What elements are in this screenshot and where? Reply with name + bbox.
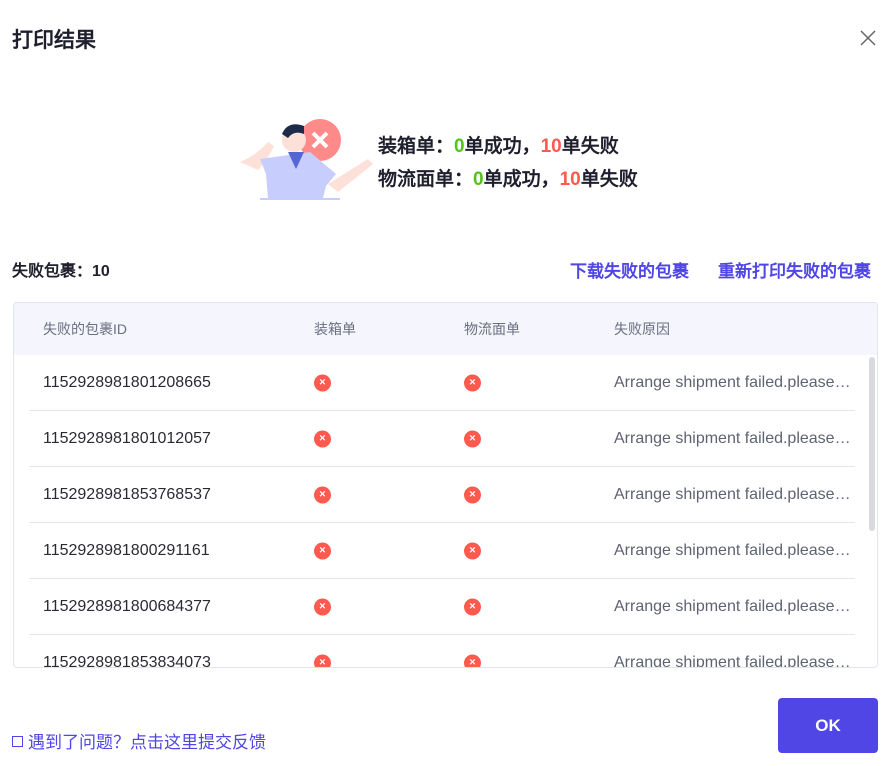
- download-failed-link[interactable]: 下载失败的包裹: [570, 257, 689, 282]
- parcel-id: 1152928981801012057: [43, 429, 211, 447]
- logistics-success-text: 单成功，: [483, 169, 560, 190]
- logistics-fail-text: 单失败: [580, 169, 638, 190]
- header-parcel-id: 失败的包裹ID: [43, 321, 127, 337]
- table-row: 1152928981800684377 × × Arrange shipment…: [29, 579, 855, 635]
- parcel-id: 1152928981853834073: [43, 653, 211, 668]
- parcel-id: 1152928981801208665: [43, 373, 211, 391]
- header-packing: 装箱单: [314, 321, 356, 337]
- ok-button[interactable]: OK: [778, 698, 878, 753]
- failure-illustration-icon: [240, 119, 373, 200]
- print-summary: 装箱单：0单成功，10单失败 物流面单：0单成功，10单失败: [378, 130, 638, 196]
- logistics-fail-count: 10: [559, 169, 581, 190]
- table-row: 1152928981800291161 × × Arrange shipment…: [29, 523, 855, 579]
- logistics-failed-icon: ×: [464, 374, 481, 391]
- logistics-label: 物流面单：: [378, 169, 474, 190]
- packing-failed-icon: ×: [314, 486, 331, 503]
- failed-label: 失败包裹：: [12, 263, 93, 280]
- failed-parcels-table: 失败的包裹ID 装箱单 物流面单 失败原因 115292898180120866…: [13, 302, 878, 668]
- failed-number: 10: [92, 263, 110, 280]
- packing-success-text: 单成功，: [464, 136, 541, 157]
- logistics-failed-icon: ×: [464, 430, 481, 447]
- packing-failed-icon: ×: [314, 654, 331, 667]
- failure-reason: Arrange shipment failed.please try again: [614, 429, 854, 447]
- logistics-failed-icon: ×: [464, 486, 481, 503]
- packing-failed-icon: ×: [314, 598, 331, 615]
- table-row: 1152928981801208665 × × Arrange shipment…: [29, 355, 855, 411]
- packing-failed-icon: ×: [314, 430, 331, 447]
- logistics-success-count: 0: [473, 169, 484, 190]
- logistics-failed-icon: ×: [464, 542, 481, 559]
- packing-summary: 装箱单：0单成功，10单失败: [378, 130, 638, 163]
- table-scrollbar[interactable]: [869, 357, 875, 531]
- close-icon[interactable]: [858, 28, 878, 48]
- failure-reason: Arrange shipment failed.please try again: [614, 597, 854, 615]
- packing-fail-count: 10: [540, 136, 562, 157]
- logistics-failed-icon: ×: [464, 654, 481, 667]
- failed-parcels-count: 失败包裹：10: [12, 257, 110, 281]
- parcel-id: 1152928981800291161: [43, 541, 210, 559]
- logistics-summary: 物流面单：0单成功，10单失败: [378, 163, 638, 196]
- logistics-failed-icon: ×: [464, 598, 481, 615]
- feedback-link[interactable]: 遇到了问题？点击这里提交反馈: [12, 728, 266, 753]
- failure-reason: Arrange shipment failed.please try again: [614, 373, 854, 391]
- header-reason: 失败原因: [614, 321, 670, 337]
- packing-success-count: 0: [454, 136, 465, 157]
- packing-fail-text: 单失败: [561, 136, 619, 157]
- failure-reason: Arrange shipment failed.please try again: [614, 541, 854, 559]
- table-header: 失败的包裹ID 装箱单 物流面单 失败原因: [14, 303, 877, 355]
- feedback-icon: [12, 736, 23, 747]
- packing-failed-icon: ×: [314, 374, 331, 391]
- dialog-title: 打印结果: [12, 29, 96, 52]
- table-row: 1152928981801012057 × × Arrange shipment…: [29, 411, 855, 467]
- header-logistics: 物流面单: [464, 321, 520, 337]
- failure-reason: Arrange shipment failed.please try again: [614, 485, 854, 503]
- parcel-id: 1152928981800684377: [43, 597, 211, 615]
- feedback-text: 遇到了问题？点击这里提交反馈: [28, 733, 266, 752]
- table-row: 1152928981853834073 × × Arrange shipment…: [29, 635, 855, 668]
- parcel-id: 1152928981853768537: [43, 485, 211, 503]
- reprint-failed-link[interactable]: 重新打印失败的包裹: [718, 257, 871, 282]
- failure-reason: Arrange shipment failed.please try again: [614, 653, 854, 668]
- packing-label: 装箱单：: [378, 136, 455, 157]
- table-row: 1152928981853768537 × × Arrange shipment…: [29, 467, 855, 523]
- packing-failed-icon: ×: [314, 542, 331, 559]
